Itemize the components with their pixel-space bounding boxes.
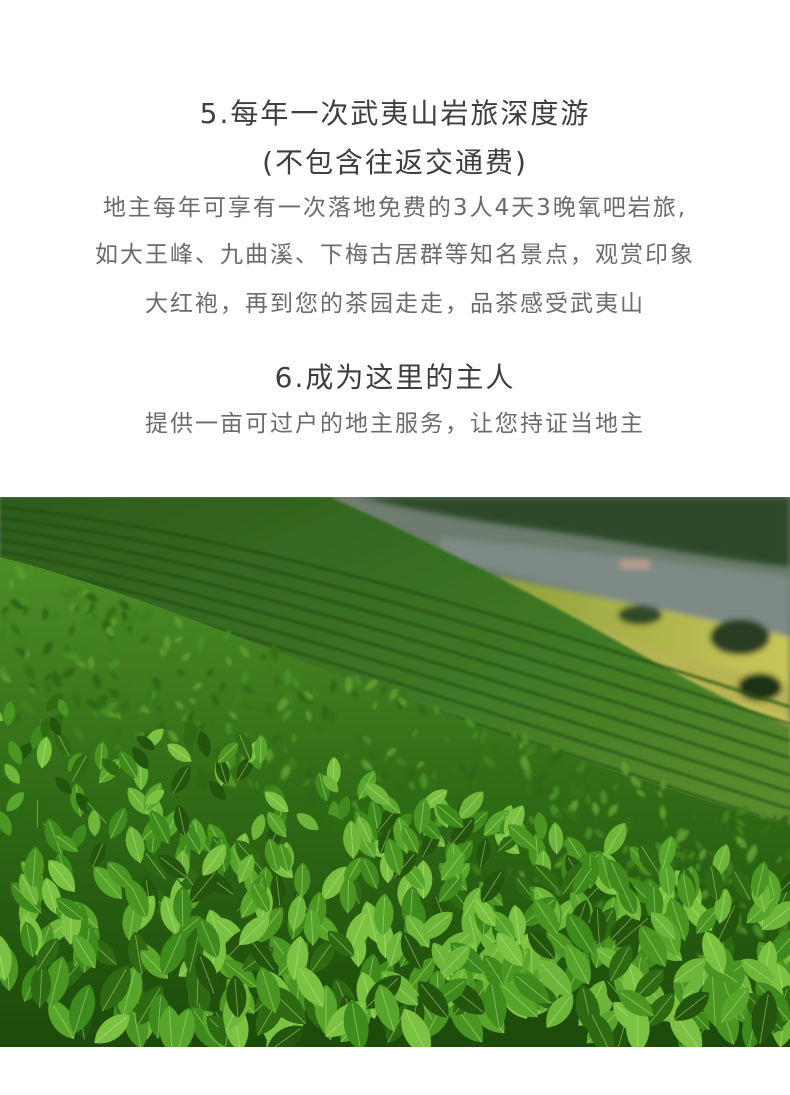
- section-5-line-1: 地主每年可享有一次落地免费的3人4天3晚氧吧岩旅,: [0, 188, 790, 222]
- section-5-line-3: 大红袍，再到您的茶园走走，品茶感受武夷山: [0, 284, 790, 318]
- bottom-spacer: [0, 1047, 790, 1095]
- section-5-title: 5.每年一次武夷山岩旅深度游: [0, 92, 790, 132]
- section-6-line-1: 提供一亩可过户的地主服务，让您持证当地主: [0, 404, 790, 438]
- section-6-title: 6.成为这里的主人: [0, 356, 790, 396]
- section-5-subtitle: (不包含往返交通费): [0, 141, 790, 181]
- text-section: 5.每年一次武夷山岩旅深度游 (不包含往返交通费) 地主每年可享有一次落地免费的…: [0, 0, 790, 497]
- section-5-line-2: 如大王峰、九曲溪、下梅古居群等知名景点，观赏印象: [0, 235, 790, 269]
- tea-plantation-photo: [0, 497, 790, 1047]
